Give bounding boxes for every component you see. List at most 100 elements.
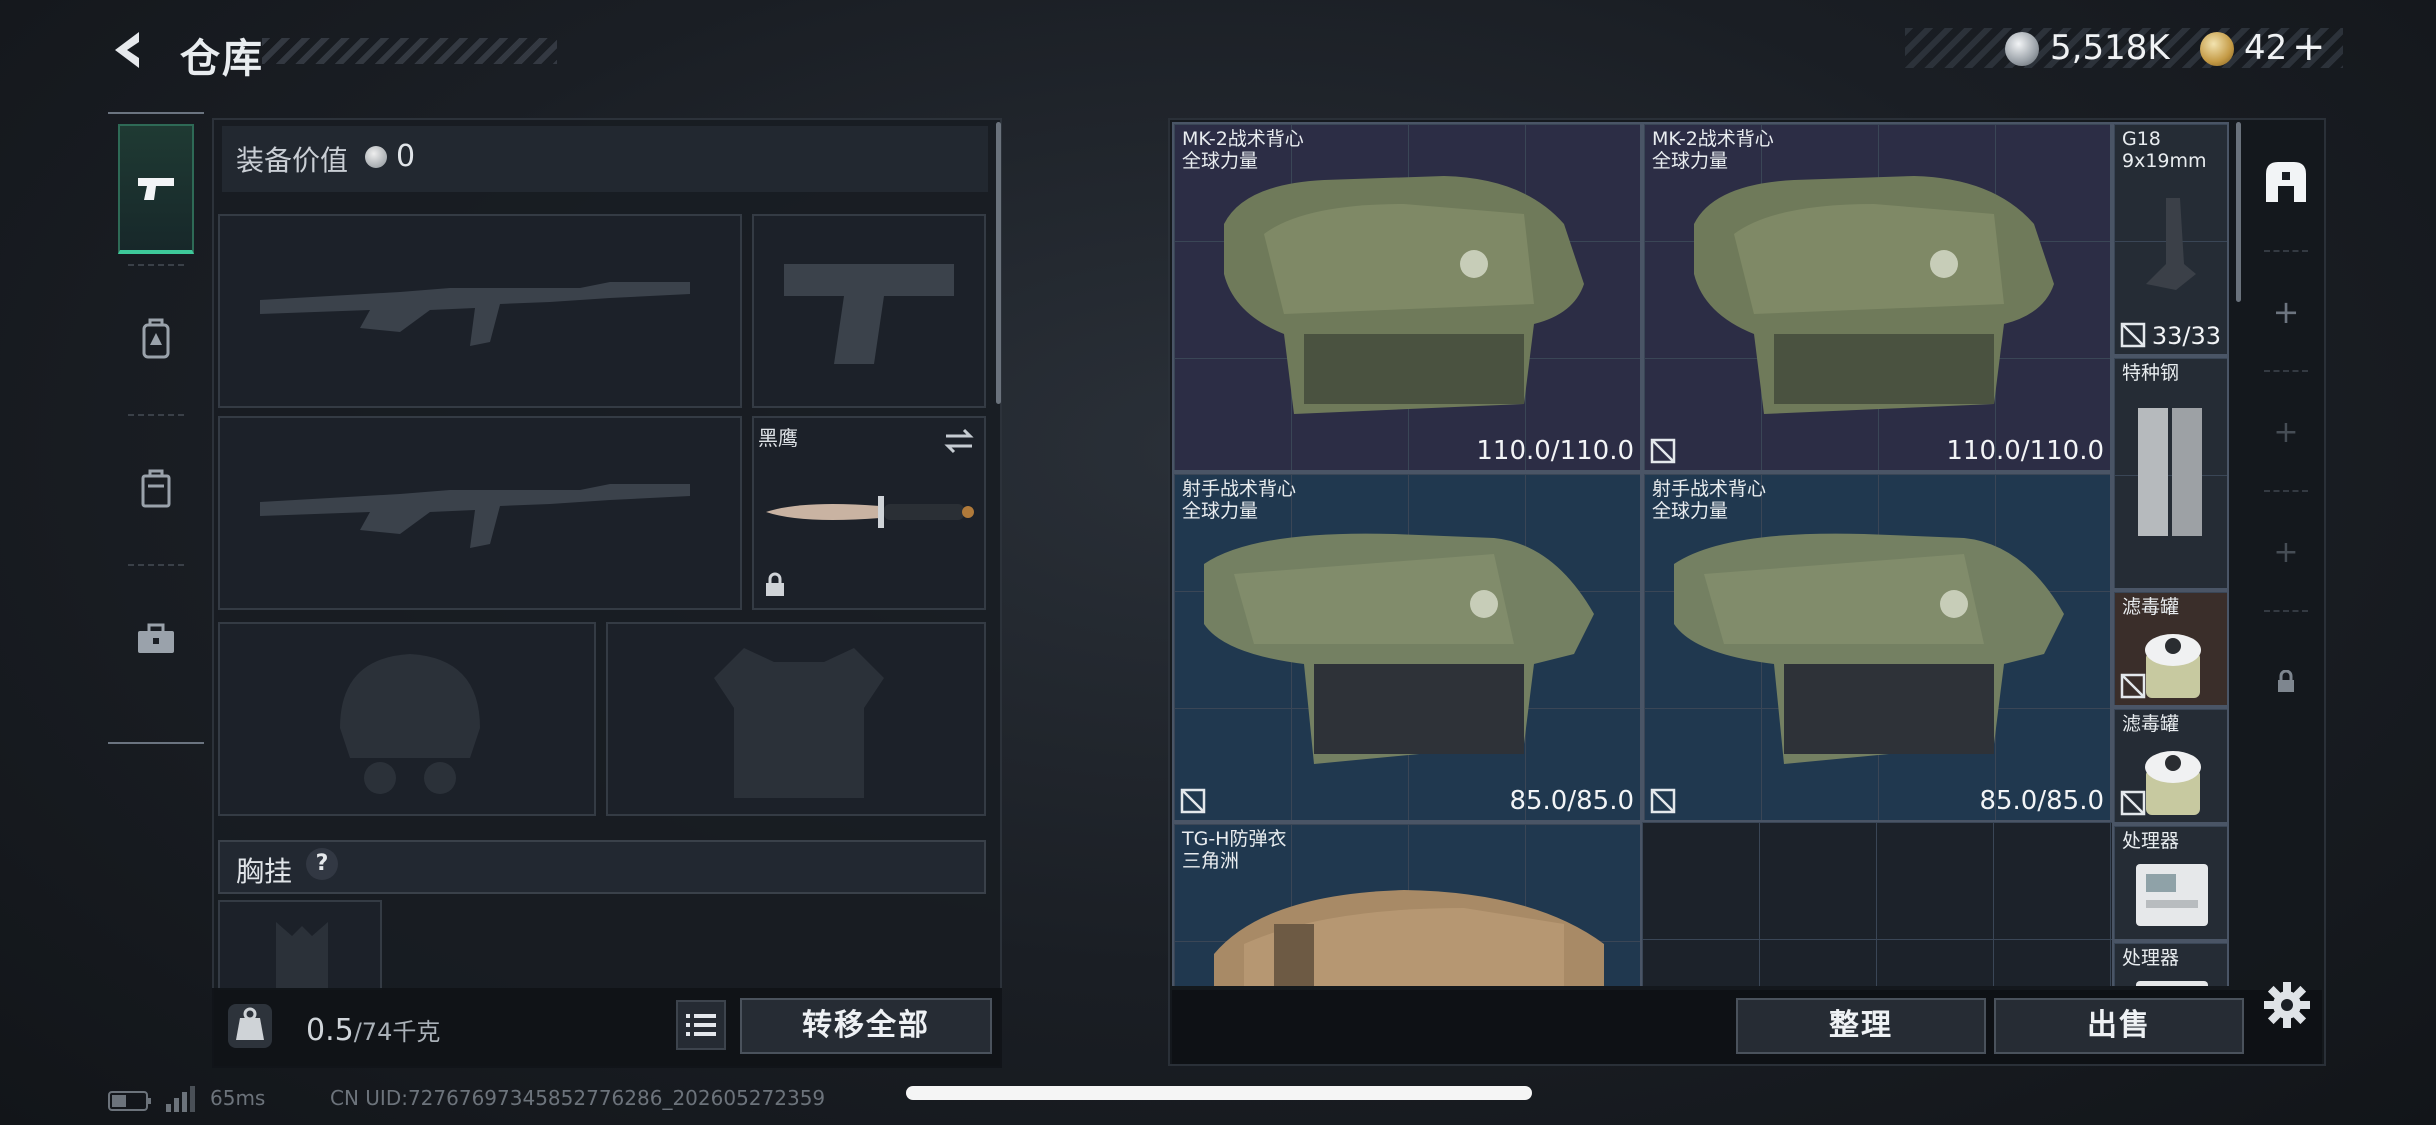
gas-filter-image [2145,751,2201,815]
item-name: 特种钢 [2122,362,2180,384]
ammo-magazine-image [2146,198,2196,290]
stash-item-marksman-vest-2[interactable]: 射手战术背心 全球力量 85.0/85.0 [1642,472,2112,822]
item-name: 射手战术背心 全球力量 [1182,478,1297,522]
gold-coin-icon [2200,32,2234,66]
back-arrow-icon[interactable] [105,26,153,74]
stash-item-gas-filter-2[interactable]: 滤毒罐 [2112,707,2229,824]
processor-image [2136,981,2208,986]
steel-plate-image [2138,408,2202,536]
item-name: 滤毒罐 [2122,596,2180,618]
left-category-nav [108,112,204,744]
pistol-slot[interactable] [752,214,986,408]
rifle-silhouette-icon [260,282,690,346]
case-icon [141,469,171,508]
gear-icon[interactable] [2262,980,2312,1030]
list-view-button[interactable] [676,1000,726,1050]
no-sell-icon [2120,673,2146,699]
primary-weapon-slot[interactable] [218,214,742,408]
chest-rig-silhouette-icon [276,922,328,988]
nav-toolbox-tab[interactable] [118,574,194,704]
stash-item-special-steel[interactable]: 特种钢 [2112,356,2229,590]
list-icon [686,1014,716,1036]
empty-stash-space[interactable] [1642,822,2112,986]
item-name: 滤毒罐 [2122,713,2180,735]
currency-premium-amount: 42 [2244,28,2288,68]
stash-grid: MK-2战术背心 全球力量 110.0/110.0 MK-2战术背心 全球力量 11… [1172,122,2230,986]
chest-rig-slot[interactable] [218,900,382,990]
stash-item-tgh-armor[interactable]: TG-H防弹衣 三角洲 [1172,822,1642,986]
item-durability: 110.0/110.0 [1476,436,1634,466]
signal-icon [166,1086,195,1112]
transfer-all-button[interactable]: 转移全部 [740,998,992,1054]
stash-main-tab[interactable] [2252,122,2320,242]
weight-max: /74千克 [353,1018,441,1046]
home-indicator[interactable] [906,1086,1532,1100]
no-sell-icon [1650,788,1676,814]
weight-readout: 0.5/74千克 [306,1012,440,1048]
stash-item-processor-2[interactable]: 处理器 [2112,941,2229,986]
equipment-value-amount: 0 [396,139,416,174]
knife-icon [766,496,974,528]
page-title: 仓库 [180,36,264,82]
stash-scrollbar[interactable] [2236,122,2241,302]
stash-item-marksman-vest-1[interactable]: 射手战术背心 全球力量 85.0/85.0 [1172,472,1642,822]
add-stash-page-button-1[interactable]: + [2252,252,2320,372]
item-durability: 110.0/110.0 [1946,436,2104,466]
add-currency-button[interactable]: + [2292,24,2326,70]
armor-silhouette-icon [714,648,884,798]
helmet-silhouette-icon [340,654,480,794]
weight-current: 0.5 [306,1013,354,1048]
add-stash-page-button-3[interactable]: + [2252,492,2320,612]
body-armor-slot[interactable] [606,622,986,816]
lock-icon [2278,670,2294,692]
nav-backpack-tab[interactable] [118,274,194,404]
nav-weapons-tab[interactable] [118,124,194,254]
no-sell-icon [1650,438,1676,464]
nav-case-tab[interactable] [118,424,194,554]
stash-page-nav: + + + [2252,122,2320,986]
lock-icon [766,572,784,596]
no-sell-icon [2120,790,2146,816]
pistol-icon [138,178,174,200]
stash-item-mk2-vest-2[interactable]: MK-2战术背心 全球力量 110.0/110.0 [1642,122,2112,472]
equipment-value-label: 装备价值 [236,144,349,177]
item-name: G18 9x19mm [2122,128,2207,172]
value-coin-icon [365,146,387,168]
locked-stash-page[interactable] [2252,622,2320,742]
stash-item-processor-1[interactable]: 处理器 [2112,824,2229,941]
secondary-weapon-slot[interactable] [218,416,742,610]
pistol-silhouette-icon [784,264,954,364]
item-name: 射手战术背心 全球力量 [1652,478,1767,522]
stash-item-g18-ammo[interactable]: G18 9x19mm 33/33 [2112,122,2229,356]
sell-button[interactable]: 出售 [1994,998,2244,1054]
melee-slot[interactable]: 黑鹰 [752,416,986,610]
stash-item-mk2-vest-1[interactable]: MK-2战术背心 全球力量 110.0/110.0 [1172,122,1642,472]
item-durability: 85.0/85.0 [1509,786,1634,816]
sort-button[interactable]: 整理 [1736,998,1986,1054]
user-uid: CN UID:72767697345852776286_202605272359 [330,1086,826,1110]
swap-arrows-icon[interactable] [942,426,976,456]
ping-readout: 65ms [210,1086,266,1110]
melee-name-label: 黑鹰 [758,426,798,450]
add-stash-page-button-2[interactable]: + [2252,372,2320,492]
rifle-silhouette-icon [260,484,690,548]
stash-item-gas-filter-1[interactable]: 滤毒罐 [2112,590,2229,707]
body-armor-image [1214,890,1604,986]
toolbox-icon [138,623,174,653]
weight-kg-icon [228,1004,272,1048]
item-name: TG-H防弹衣 三角洲 [1182,828,1287,872]
backpack-icon [142,318,170,359]
currency-main-amount: 5,518K [2050,28,2170,68]
helmet-slot[interactable] [218,622,596,816]
chest-rig-label: 胸挂 [236,855,293,888]
item-durability: 85.0/85.0 [1979,786,2104,816]
item-name: 处理器 [2122,947,2180,969]
tactical-vest-image [1204,533,1594,764]
chest-rig-help-button[interactable]: ? [306,848,338,880]
gas-filter-image [2145,634,2201,698]
equipment-scrollbar[interactable] [996,122,1001,404]
no-sell-icon [1180,788,1206,814]
tactical-vest-image [1224,176,1584,414]
tactical-vest-image [1694,176,2054,414]
stash-home-icon [2266,162,2306,202]
